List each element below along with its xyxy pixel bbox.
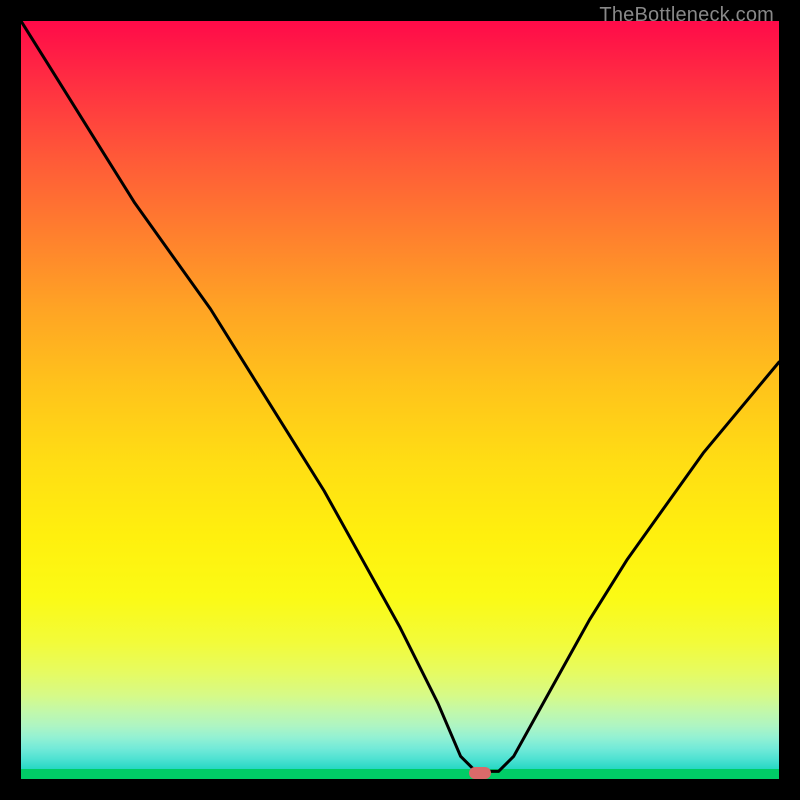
bottleneck-curve	[21, 21, 779, 779]
plot-area	[21, 21, 779, 779]
chart-frame: TheBottleneck.com	[0, 0, 800, 800]
optimal-marker	[469, 767, 491, 779]
watermark-text: TheBottleneck.com	[599, 4, 774, 27]
